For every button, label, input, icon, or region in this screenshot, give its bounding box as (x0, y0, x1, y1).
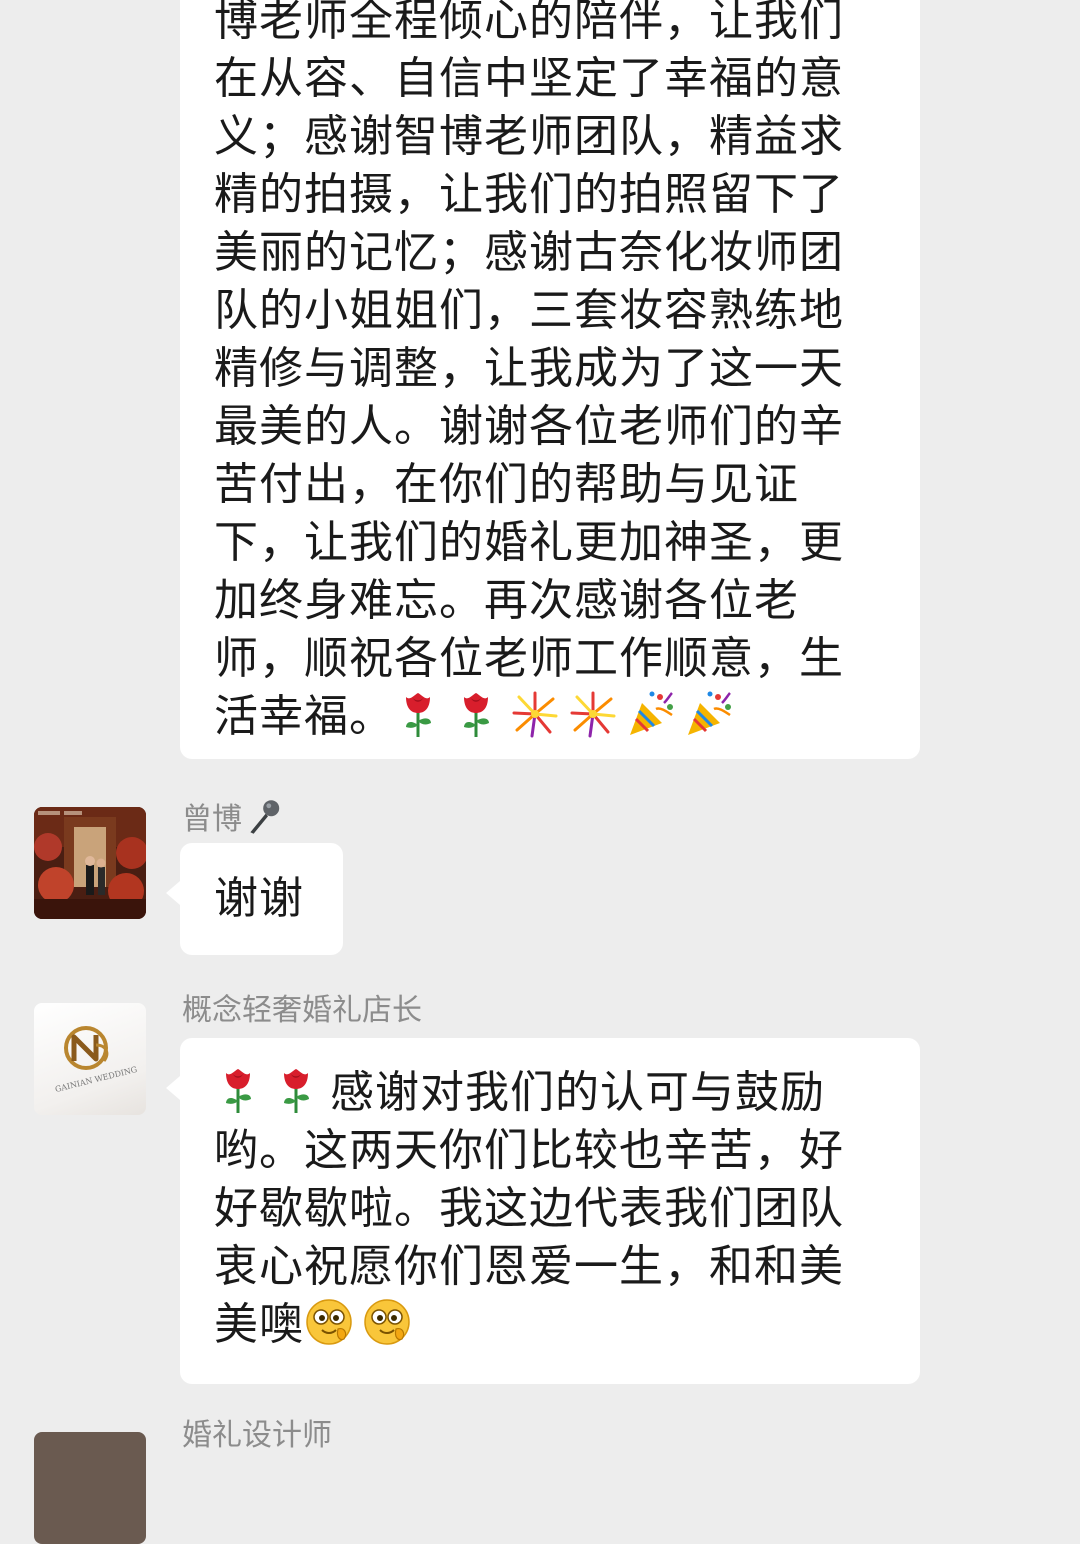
avatar[interactable] (34, 807, 146, 919)
message-bubble[interactable]: 博老师全程倾心的陪伴，让我们 在从容、自信中坚定了幸福的意 义；感谢智博老师团队… (180, 0, 920, 759)
message-text-line: 队的小姐姐们，三套妆容熟练地 (214, 285, 844, 336)
message-text-line: 在从容、自信中坚定了幸福的意 (214, 53, 844, 104)
microphone-icon (244, 797, 284, 837)
avatar[interactable]: GAINIAN WEDDING (34, 1003, 146, 1115)
message-text-line-last: 活幸福。 (214, 688, 884, 746)
message-text-fragment: 活幸福。 (214, 691, 394, 742)
message-text-line-first: 感谢对我们的认可与鼓励 (214, 1064, 884, 1122)
brand-logo: GAINIAN WEDDING (34, 1003, 146, 1115)
message-text: 谢谢 (214, 873, 304, 924)
message-text-line: 精的拍摄，让我们的拍照留下了 (214, 169, 844, 220)
message-text-line: 苦付出，在你们的帮助与见证 (214, 459, 799, 510)
rose-icon (214, 1065, 264, 1115)
message-text-line: 精修与调整，让我成为了这一天 (214, 343, 844, 394)
fireworks-icon (568, 689, 618, 739)
message-text-line: 加终身难忘。再次感谢各位老 (214, 575, 799, 626)
message-text-line-last: 美噢 (214, 1296, 884, 1354)
party-popper-icon (684, 689, 734, 739)
smiling-face-icon (362, 1297, 412, 1347)
party-popper-icon (626, 689, 676, 739)
avatar[interactable] (34, 1432, 146, 1544)
sender-name: 婚礼设计师 (182, 1418, 332, 1453)
message-text-line: 最美的人。谢谢各位老师们的辛 (214, 401, 844, 452)
message-text-line: 博老师全程倾心的陪伴，让我们 (214, 0, 844, 46)
message-text-fragment: 感谢对我们的认可与鼓励 (330, 1067, 825, 1118)
sender-name-text: 曾博 (182, 802, 242, 837)
message-text-line: 衷心祝愿你们恩爱一生，和和美 (214, 1241, 844, 1292)
smiling-face-icon (304, 1297, 354, 1347)
message-text-line: 义；感谢智博老师团队，精益求 (214, 111, 844, 162)
logo-mark-icon (64, 1026, 109, 1070)
sender-name: 概念轻奢婚礼店长 (182, 993, 422, 1028)
rose-icon (272, 1065, 322, 1115)
message-text-line: 师，顺祝各位老师工作顺意，生 (214, 633, 844, 684)
message-bubble[interactable]: 谢谢 (166, 843, 343, 955)
message-bubble[interactable]: 感谢对我们的认可与鼓励 哟。这两天你们比较也辛苦，好 好歇歇啦。我这边代表我们团… (166, 1038, 920, 1384)
message-text-line: 下，让我们的婚礼更加神圣，更 (214, 517, 844, 568)
message-text-line: 好歇歇啦。我这边代表我们团队 (214, 1183, 844, 1234)
rose-icon (394, 689, 444, 739)
sender-name: 曾博 (182, 797, 292, 838)
message-text-line: 哟。这两天你们比较也辛苦，好 (214, 1125, 844, 1176)
rose-icon (452, 689, 502, 739)
message-text-line: 美丽的记忆；感谢古奈化妆师团 (214, 227, 844, 278)
fireworks-icon (510, 689, 560, 739)
message-text-fragment: 美噢 (214, 1299, 304, 1350)
avatar-photo (34, 807, 146, 919)
